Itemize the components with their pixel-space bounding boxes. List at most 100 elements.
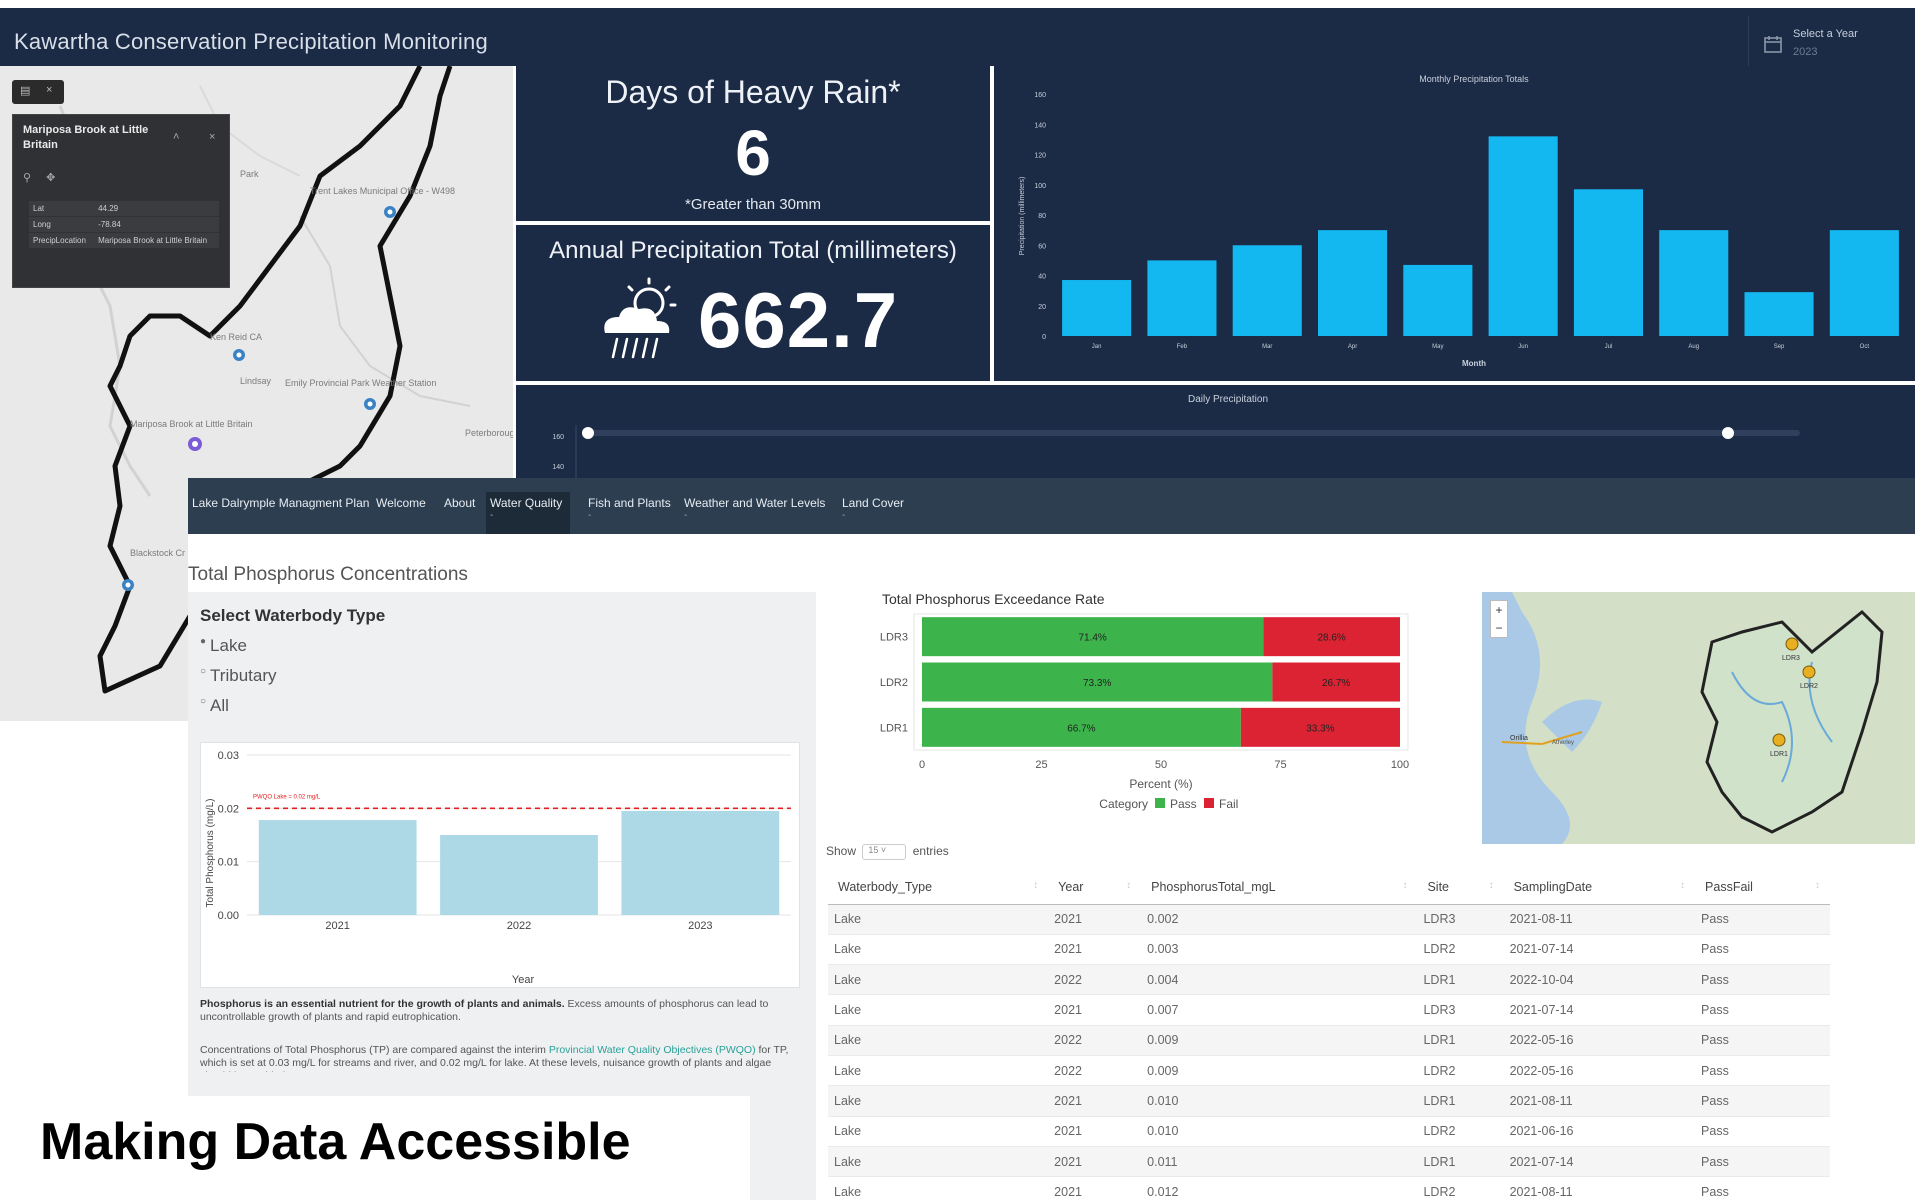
cell-year: 2021 (1048, 934, 1142, 966)
zoom-in-button[interactable]: + (1491, 601, 1507, 619)
monthly-chart-svg: Monthly Precipitation Totals Month Preci… (1019, 74, 1899, 368)
cell-sampling-date: 2021-07-14 (1503, 994, 1696, 1026)
cell-year: 2021 (1048, 1085, 1142, 1117)
table-length-control: Show 15 ˅ entries (826, 844, 949, 860)
monthly-x-tick: Oct (1860, 344, 1870, 350)
column-header-waterbody-type[interactable]: Waterbody_Type ↕ (828, 870, 1049, 905)
cell-waterbody-type: Lake (828, 964, 1049, 996)
nav-item-weather-water-levels[interactable]: Weather and Water Levels - (680, 492, 829, 534)
column-header-year[interactable]: Year ↕ (1048, 870, 1142, 905)
cell-phosphorus: 0.002 (1141, 904, 1418, 935)
exceedance-y-tick: LDR2 (880, 677, 908, 689)
cell-phosphorus: 0.003 (1141, 934, 1418, 966)
radio-tributary[interactable]: ○ Tributary (200, 666, 277, 686)
close-icon[interactable]: × (46, 84, 52, 96)
map-label-peterborough: Peterborough (465, 428, 513, 438)
cell-sampling-date: 2021-07-14 (1503, 934, 1696, 966)
monthly-bar (1744, 292, 1814, 336)
radio-lake[interactable]: ● Lake (200, 636, 247, 656)
zoom-out-button[interactable]: − (1491, 619, 1507, 637)
cell-site: LDR2 (1417, 1116, 1504, 1147)
heavy-rain-value: 6 (735, 117, 771, 189)
cell-year: 2022 (1048, 1055, 1142, 1087)
monthly-chart-title: Monthly Precipitation Totals (1419, 74, 1529, 84)
popup-value: -78.84 (94, 216, 219, 233)
radio-unselected-icon: ○ (200, 666, 207, 677)
site-marker-icon (1772, 733, 1786, 747)
page-length-select[interactable]: 15 ˅ (862, 844, 907, 860)
nav-item-welcome[interactable]: Welcome (372, 492, 430, 534)
legend-fail-swatch (1204, 798, 1214, 808)
monthly-bar (1659, 230, 1729, 336)
nav-item-management-plan[interactable]: Lake Dalrymple Managment Plan (188, 492, 373, 534)
exceedance-x-tick: 100 (1391, 759, 1409, 771)
cell-sampling-date: 2021-08-11 (1503, 1176, 1696, 1200)
monthly-y-tick: 140 (1034, 122, 1046, 129)
cell-site: LDR1 (1417, 1146, 1504, 1178)
collapse-icon[interactable]: ˄ (173, 131, 179, 143)
exceedance-bar-label: 26.7% (1322, 678, 1350, 689)
exceedance-chart-title: Total Phosphorus Exceedance Rate (882, 591, 1105, 607)
monthly-bar (1062, 280, 1132, 336)
daily-chart-title: Daily Precipitation (1188, 394, 1268, 405)
nav-item-water-quality[interactable]: Water Quality - (486, 492, 570, 534)
town-label: Atherley (1552, 740, 1574, 746)
column-header-site[interactable]: Site ↕ (1417, 870, 1504, 905)
phosphorus-data-table: Waterbody_Type ↕ Year ↕ PhosphorusTotal_mg… (828, 870, 1830, 1200)
pwqo-link[interactable]: Provincial Water Quality Objectives (PWQ… (549, 1044, 756, 1056)
phosphorus-chart-svg: Year Total Phosphorus (mg/L) 0.00 0.01 0.0… (205, 750, 791, 986)
monthly-bar (1403, 264, 1473, 336)
popup-close-icon[interactable]: × (209, 131, 215, 143)
cell-waterbody-type: Lake (828, 1025, 1049, 1056)
daily-precipitation-chart: Daily Precipitation 160 140 (516, 385, 1915, 485)
site-marker-icon (1785, 637, 1799, 651)
cell-phosphorus: 0.011 (1141, 1146, 1418, 1178)
column-header-phosphorus[interactable]: PhosphorusTotal_mgL ↕ (1141, 870, 1418, 905)
cell-site: LDR1 (1417, 1085, 1504, 1117)
waterbody-type-label: Select Waterbody Type (200, 606, 386, 625)
cell-passfail: Pass (1695, 1176, 1830, 1200)
heavy-rain-title: Days of Heavy Rain* (605, 74, 901, 110)
exceedance-x-tick: 0 (919, 759, 925, 771)
cell-waterbody-type: Lake (828, 1176, 1049, 1200)
monthly-y-tick: 0 (1042, 334, 1046, 341)
map-layer-control[interactable]: ▤ × (12, 80, 64, 104)
date-range-start-handle[interactable] (582, 427, 594, 439)
zoom-to-icon[interactable]: ⚲ (23, 172, 31, 184)
table-row: Lake 2021 0.010 LDR2 2021-06-16 Pass (828, 1116, 1830, 1147)
column-header-sampling-date[interactable]: SamplingDate ↕ (1503, 870, 1696, 905)
monthly-bar (1147, 260, 1217, 336)
cell-site: LDR3 (1417, 904, 1504, 935)
cell-waterbody-type: Lake (828, 934, 1049, 966)
site-marker-icon (1802, 665, 1816, 679)
year-selector-label: Select a Year (1793, 28, 1858, 40)
cell-waterbody-type: Lake (828, 1085, 1049, 1117)
cell-sampling-date: 2022-05-16 (1503, 1055, 1696, 1087)
date-range-end-handle[interactable] (1722, 427, 1734, 439)
map-label-emily-park: Emily Provincial Park Weather Station (285, 378, 437, 388)
cell-site: LDR2 (1417, 1055, 1504, 1087)
monitoring-sites-map[interactable]: LDR3 LDR2 LDR1 Orillia Atherley + − (1482, 592, 1915, 844)
layers-icon[interactable]: ▤ (20, 84, 30, 97)
phosphorus-chart-ylabel: Total Phosphorus (mg/L) (205, 799, 216, 908)
cell-passfail: Pass (1695, 904, 1830, 935)
legend-pass-swatch (1155, 798, 1165, 808)
move-icon[interactable]: ✥ (46, 172, 55, 184)
cell-year: 2021 (1048, 1146, 1142, 1178)
nav-item-land-cover[interactable]: Land Cover - (838, 492, 908, 534)
column-header-passfail[interactable]: PassFail ↕ (1695, 870, 1830, 905)
exceedance-chart-svg: Total Phosphorus Exceedance Rate Percent… (880, 591, 1409, 811)
map-label-park: Park (240, 169, 259, 179)
monthly-x-tick: Apr (1348, 344, 1357, 350)
cell-sampling-date: 2021-08-11 (1503, 904, 1696, 935)
nav-item-fish-and-plants[interactable]: Fish and Plants - (584, 492, 675, 534)
nav-item-about[interactable]: About (440, 492, 479, 534)
radio-all[interactable]: ○ All (200, 696, 229, 716)
dashboard-header: Kawartha Conservation Precipitation Moni… (0, 8, 1915, 74)
cell-year: 2022 (1048, 1025, 1142, 1056)
map-popup: Mariposa Brook at Little Britain ˄ × ⚲ ✥… (12, 114, 230, 288)
cell-waterbody-type: Lake (828, 1055, 1049, 1087)
cell-passfail: Pass (1695, 1146, 1830, 1178)
daily-chart-tick: 160 (552, 434, 564, 441)
cell-phosphorus: 0.012 (1141, 1176, 1418, 1200)
